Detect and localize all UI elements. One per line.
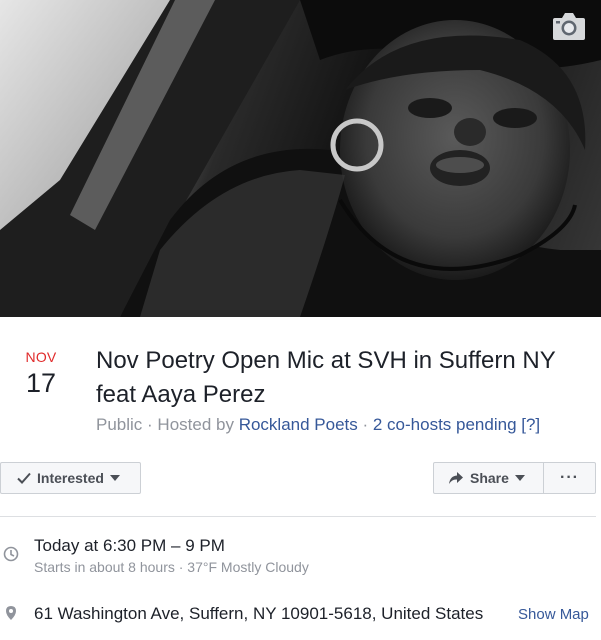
more-icon: ··· <box>560 469 579 486</box>
cover-photo-image <box>0 0 601 317</box>
chevron-down-icon <box>514 475 525 481</box>
event-time: Today at 6:30 PM – 9 PM <box>34 536 225 555</box>
share-arrow-icon <box>448 471 464 485</box>
event-day: 17 <box>25 368 57 398</box>
hosted-by-prefix: Hosted by <box>157 415 239 434</box>
separator: · <box>357 415 373 434</box>
share-label: Share <box>470 470 509 486</box>
clock-icon <box>3 546 19 562</box>
event-date: NOV 17 <box>18 349 64 399</box>
share-button[interactable]: Share <box>433 462 544 494</box>
more-options-button[interactable]: ··· <box>543 462 596 494</box>
event-time-detail: Starts in about 8 hours · 37°F Mostly Cl… <box>34 559 309 575</box>
cohosts-pending-link[interactable]: 2 co-hosts pending [?] <box>373 415 540 434</box>
divider <box>0 516 596 517</box>
host-link[interactable]: Rockland Poets <box>239 415 358 434</box>
location-pin-icon <box>3 605 19 621</box>
interested-label: Interested <box>37 470 104 486</box>
show-map-link[interactable]: Show Map <box>518 605 589 625</box>
event-title: Nov Poetry Open Mic at SVH in Suffern NY… <box>96 347 556 408</box>
event-host-line: Public · Hosted by Rockland Poets · 2 co… <box>96 414 540 436</box>
check-icon <box>17 472 31 484</box>
chevron-down-icon <box>109 475 120 481</box>
event-address[interactable]: 61 Washington Ave, Suffern, NY 10901-561… <box>34 603 483 625</box>
separator: · <box>142 415 158 434</box>
event-month: NOV <box>25 349 57 365</box>
interested-button[interactable]: Interested <box>0 462 141 494</box>
camera-icon[interactable] <box>551 11 587 41</box>
event-cover-photo[interactable] <box>0 0 601 317</box>
event-privacy: Public <box>96 415 143 434</box>
